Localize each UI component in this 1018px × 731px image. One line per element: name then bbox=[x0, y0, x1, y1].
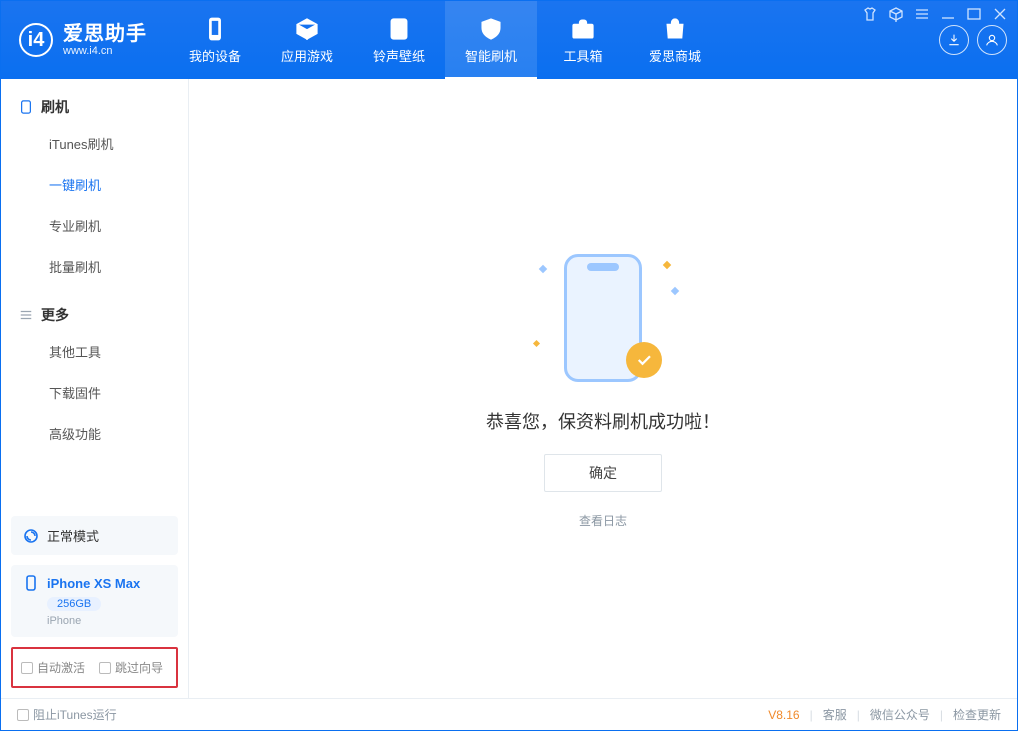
header: i4 爱思助手 www.i4.cn 我的设备 应用游戏 铃声壁纸 智能刷机 bbox=[1, 1, 1017, 79]
logo: i4 爱思助手 www.i4.cn bbox=[1, 1, 169, 79]
sidebar-item-batch-flash[interactable]: 批量刷机 bbox=[1, 246, 188, 287]
version-label: V8.16 bbox=[768, 708, 799, 722]
footer: 阻止iTunes运行 V8.16 | 客服 | 微信公众号 | 检查更新 bbox=[1, 698, 1017, 730]
nav-smart-flash[interactable]: 智能刷机 bbox=[445, 1, 537, 79]
music-file-icon bbox=[386, 16, 412, 42]
device-storage-badge: 256GB bbox=[47, 597, 101, 611]
checkbox-skip-guide[interactable]: 跳过向导 bbox=[99, 659, 163, 676]
nav-my-device[interactable]: 我的设备 bbox=[169, 1, 261, 79]
success-message: 恭喜您，保资料刷机成功啦！ bbox=[486, 408, 720, 434]
sidebar-item-advanced[interactable]: 高级功能 bbox=[1, 413, 188, 454]
cube-icon[interactable] bbox=[888, 6, 904, 22]
checkbox-auto-activate[interactable]: 自动激活 bbox=[21, 659, 85, 676]
nav-toolbox[interactable]: 工具箱 bbox=[537, 1, 629, 79]
mode-label: 正常模式 bbox=[47, 526, 99, 545]
app-url: www.i4.cn bbox=[63, 45, 147, 57]
window-controls bbox=[862, 6, 1008, 22]
toolbox-icon bbox=[570, 16, 596, 42]
device-name: iPhone XS Max bbox=[47, 576, 140, 591]
sidebar-group-more: 更多 bbox=[1, 287, 188, 331]
footer-link-support[interactable]: 客服 bbox=[823, 706, 847, 723]
maximize-icon[interactable] bbox=[966, 6, 982, 22]
device-icon bbox=[19, 100, 33, 114]
bag-icon bbox=[662, 16, 688, 42]
logo-badge-icon: i4 bbox=[19, 23, 53, 57]
check-circle-icon bbox=[626, 342, 662, 378]
main-area: 恭喜您，保资料刷机成功啦！ 确定 查看日志 bbox=[189, 79, 1017, 698]
close-icon[interactable] bbox=[992, 6, 1008, 22]
sidebar-item-oneclick-flash[interactable]: 一键刷机 bbox=[1, 164, 188, 205]
success-illustration bbox=[538, 248, 668, 388]
shield-sync-icon bbox=[478, 16, 504, 42]
sidebar-group-flash: 刷机 bbox=[1, 79, 188, 123]
phone-small-icon bbox=[23, 575, 39, 591]
footer-link-update[interactable]: 检查更新 bbox=[953, 706, 1001, 723]
phone-icon bbox=[202, 16, 228, 42]
footer-link-wechat[interactable]: 微信公众号 bbox=[870, 706, 930, 723]
checkbox-block-itunes[interactable]: 阻止iTunes运行 bbox=[17, 706, 117, 723]
app-name: 爱思助手 bbox=[63, 23, 147, 45]
mode-card[interactable]: 正常模式 bbox=[11, 516, 178, 555]
nav-apps-games[interactable]: 应用游戏 bbox=[261, 1, 353, 79]
user-button[interactable] bbox=[977, 25, 1007, 55]
list-icon bbox=[19, 308, 33, 322]
minimize-icon[interactable] bbox=[940, 6, 956, 22]
sidebar-item-download-fw[interactable]: 下载固件 bbox=[1, 372, 188, 413]
nav-store[interactable]: 爱思商城 bbox=[629, 1, 721, 79]
ok-button[interactable]: 确定 bbox=[544, 454, 662, 492]
device-type: iPhone bbox=[47, 615, 166, 627]
box-icon bbox=[294, 16, 320, 42]
view-log-link[interactable]: 查看日志 bbox=[579, 512, 627, 529]
menu-icon[interactable] bbox=[914, 6, 930, 22]
sync-icon bbox=[23, 528, 39, 544]
sidebar-item-other-tools[interactable]: 其他工具 bbox=[1, 331, 188, 372]
sidebar-item-itunes-flash[interactable]: iTunes刷机 bbox=[1, 123, 188, 164]
sidebar-item-pro-flash[interactable]: 专业刷机 bbox=[1, 205, 188, 246]
highlight-options-box: 自动激活 跳过向导 bbox=[11, 647, 178, 688]
shirt-icon[interactable] bbox=[862, 6, 878, 22]
sidebar: 刷机 iTunes刷机 一键刷机 专业刷机 批量刷机 更多 其他工具 下载固件 … bbox=[1, 79, 189, 698]
device-card[interactable]: iPhone XS Max 256GB iPhone bbox=[11, 565, 178, 637]
nav-ringtone-wallpaper[interactable]: 铃声壁纸 bbox=[353, 1, 445, 79]
top-nav: 我的设备 应用游戏 铃声壁纸 智能刷机 工具箱 爱思商城 bbox=[169, 1, 721, 79]
download-button[interactable] bbox=[939, 25, 969, 55]
